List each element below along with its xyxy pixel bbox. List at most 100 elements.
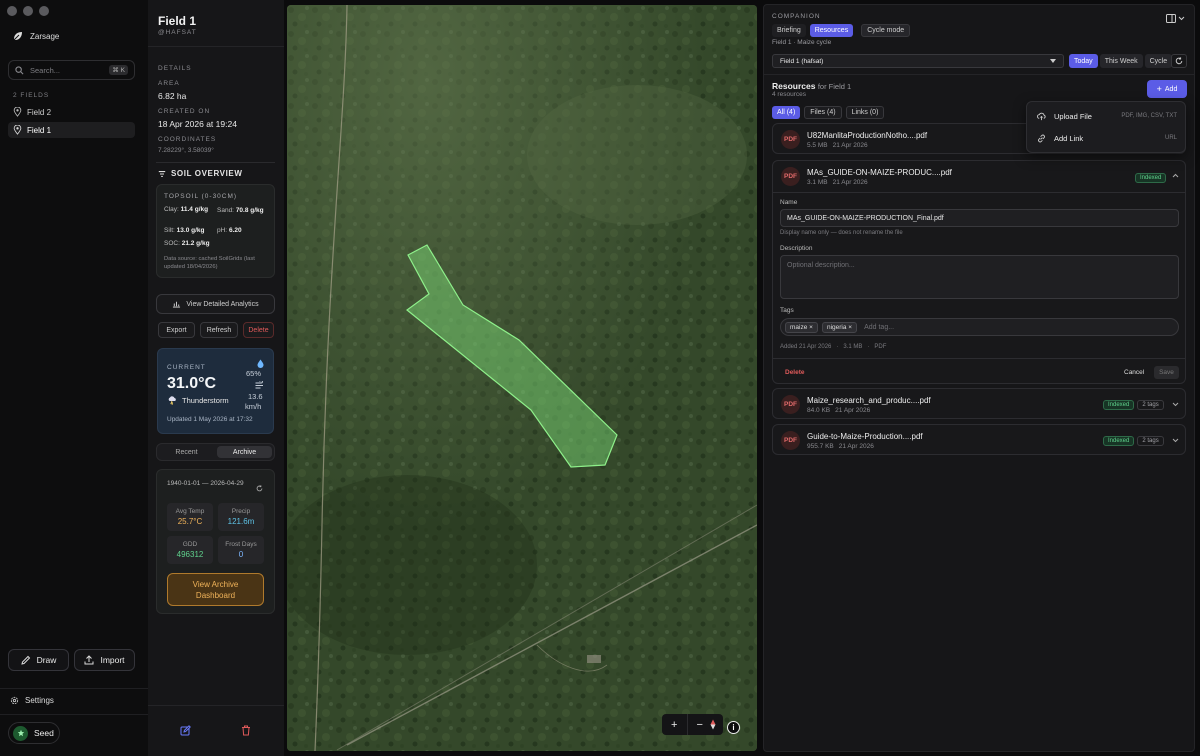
seed-button[interactable]: Seed xyxy=(8,722,60,744)
divider xyxy=(773,358,1185,359)
ph-label: pH: xyxy=(217,227,228,234)
filter-links[interactable]: Links (0) xyxy=(845,106,885,119)
filter-all[interactable]: All (4) xyxy=(772,106,801,119)
panel-layout-toggle[interactable] xyxy=(1166,14,1185,23)
resource-row[interactable]: PDF Maize_research_and_produc....pdf 84.… xyxy=(772,388,1186,419)
edit-icon[interactable] xyxy=(180,725,191,736)
refresh-button[interactable]: Refresh xyxy=(200,322,238,338)
divider xyxy=(156,162,275,163)
weather-updated: Updated 1 May 2026 at 17:32 xyxy=(167,416,253,423)
compass-icon[interactable] xyxy=(703,714,723,735)
trash-icon[interactable] xyxy=(241,725,251,736)
tags-count-badge: 2 tags xyxy=(1137,400,1164,410)
satellite-map[interactable]: + − i xyxy=(287,5,757,751)
remove-tag-icon[interactable]: × xyxy=(809,324,813,331)
clay-value: 11.4 g/kg xyxy=(180,206,209,213)
zoom-in-icon[interactable]: + xyxy=(662,714,687,735)
save-button[interactable]: Save xyxy=(1154,366,1179,379)
info-icon[interactable]: i xyxy=(727,721,740,734)
thunderstorm-icon xyxy=(167,395,177,405)
resource-name-input[interactable]: MAs_GUIDE-ON-MAIZE-PRODUCTION_Final.pdf xyxy=(780,209,1179,227)
field-label: Field 1 xyxy=(27,125,52,135)
refresh-icon[interactable] xyxy=(1171,54,1187,68)
tab-today[interactable]: Today xyxy=(1069,54,1098,68)
silt-stat: Silt: 13.0 g/kg xyxy=(164,227,204,234)
chevron-down-icon[interactable] xyxy=(1172,402,1179,407)
upload-icon xyxy=(84,655,94,665)
soil-overview-header: SOIL OVERVIEW xyxy=(158,169,243,178)
search-box[interactable]: Search... ⌘ K xyxy=(8,60,135,80)
ph-value: 6.20 xyxy=(228,227,242,234)
add-resource-menu: Upload File PDF, IMG, CSV, TXT Add Link … xyxy=(1026,101,1186,153)
pdf-file-icon: PDF xyxy=(781,167,800,186)
tag-chip-nigeria: nigeria × xyxy=(821,321,858,333)
draw-button[interactable]: Draw xyxy=(8,649,69,671)
description-textarea[interactable]: Optional description... xyxy=(780,255,1179,299)
window-minimize-dot[interactable] xyxy=(23,6,33,16)
tab-this-week[interactable]: This Week xyxy=(1099,54,1143,68)
settings-item[interactable]: Settings xyxy=(10,696,54,705)
resource-name: U82ManlitaProductionNotho....pdf xyxy=(807,131,928,140)
tab-archive[interactable]: Archive xyxy=(217,446,272,458)
archive-card: 1940-01-01 — 2026-04-29 Avg Temp 25.7°C … xyxy=(156,469,275,614)
clay-stat: Clay: 11.4 g/kg xyxy=(164,206,208,213)
view-analytics-button[interactable]: View Detailed Analytics xyxy=(156,294,275,314)
menu-item-add-link[interactable]: Add Link URL xyxy=(1027,128,1187,148)
import-button[interactable]: Import xyxy=(74,649,135,671)
sidebar-item-field-2[interactable]: Field 2 xyxy=(8,104,135,120)
frost-days-value: 0 xyxy=(238,550,244,559)
divider xyxy=(764,74,1194,75)
wind-icon xyxy=(255,381,264,389)
precip-label: Precip xyxy=(231,508,251,515)
area-label: AREA xyxy=(158,80,180,87)
tab-cycle[interactable]: Cycle xyxy=(1144,54,1173,68)
app-logo[interactable]: Zarsage xyxy=(12,30,59,42)
cancel-button[interactable]: Cancel xyxy=(1124,369,1144,376)
gdd-label: GDD xyxy=(182,541,198,548)
pdf-file-icon: PDF xyxy=(781,431,800,450)
settings-label: Settings xyxy=(25,696,54,705)
sidebar-item-field-1[interactable]: Field 1 xyxy=(8,122,135,138)
field-select[interactable]: Field 1 (hafsat) xyxy=(772,54,1064,68)
search-input[interactable]: Search... xyxy=(30,66,60,75)
soil-overview-title: SOIL OVERVIEW xyxy=(171,169,243,178)
coordinates-value: 7.28229°, 3.58039° xyxy=(158,147,214,154)
filter-files[interactable]: Files (4) xyxy=(804,106,842,119)
menu-item-upload-file[interactable]: Upload File PDF, IMG, CSV, TXT xyxy=(1027,106,1187,126)
pdf-file-icon: PDF xyxy=(781,130,800,149)
precip-value: 121.6m xyxy=(227,517,255,526)
upload-file-label: Upload File xyxy=(1054,111,1092,121)
view-archive-dashboard-button[interactable]: View Archive Dashboard xyxy=(167,573,264,606)
chevron-down-icon[interactable] xyxy=(1172,438,1179,443)
sync-icon[interactable] xyxy=(256,485,263,492)
add-resource-button[interactable]: + Add xyxy=(1147,80,1187,98)
resource-date: 21 Apr 2026 xyxy=(835,407,871,414)
cycle-subtitle: Field 1 · Maize cycle xyxy=(772,39,832,46)
created-label: CREATED ON xyxy=(158,108,211,115)
link-icon xyxy=(1037,134,1046,143)
delete-resource-button[interactable]: Delete xyxy=(785,369,805,376)
chevron-up-icon[interactable] xyxy=(1172,173,1179,178)
resource-name[interactable]: MAs_GUIDE-ON-MAIZE-PRODUC....pdf xyxy=(807,168,952,177)
tab-cycle-mode[interactable]: Cycle mode xyxy=(861,24,911,37)
add-tag-placeholder[interactable]: Add tag... xyxy=(864,324,894,331)
humidity-drop-icon xyxy=(257,359,264,368)
companion-tabs: Briefing Resources Cycle mode xyxy=(772,24,911,37)
window-close-dot[interactable] xyxy=(7,6,17,16)
tags-input[interactable]: maize × nigeria × Add tag... xyxy=(780,318,1179,336)
search-icon xyxy=(15,65,24,75)
tab-resources[interactable]: Resources xyxy=(809,24,854,37)
search-shortcut: ⌘ K xyxy=(109,65,128,75)
archive-range: 1940-01-01 — 2026-04-29 xyxy=(167,480,244,487)
export-button[interactable]: Export xyxy=(158,322,195,338)
resource-meta: 5.5 MB 21 Apr 2026 xyxy=(807,142,868,149)
delete-field-button[interactable]: Delete xyxy=(243,322,274,338)
remove-tag-icon[interactable]: × xyxy=(848,324,852,331)
tab-briefing[interactable]: Briefing xyxy=(772,24,806,37)
window-zoom-dot[interactable] xyxy=(39,6,49,16)
resource-row[interactable]: PDF Guide-to-Maize-Production....pdf 955… xyxy=(772,424,1186,455)
tab-recent[interactable]: Recent xyxy=(159,446,214,458)
chevron-down-icon xyxy=(1178,16,1185,21)
import-label: Import xyxy=(100,655,125,665)
gdd-stat: GDD 496312 xyxy=(167,536,213,564)
